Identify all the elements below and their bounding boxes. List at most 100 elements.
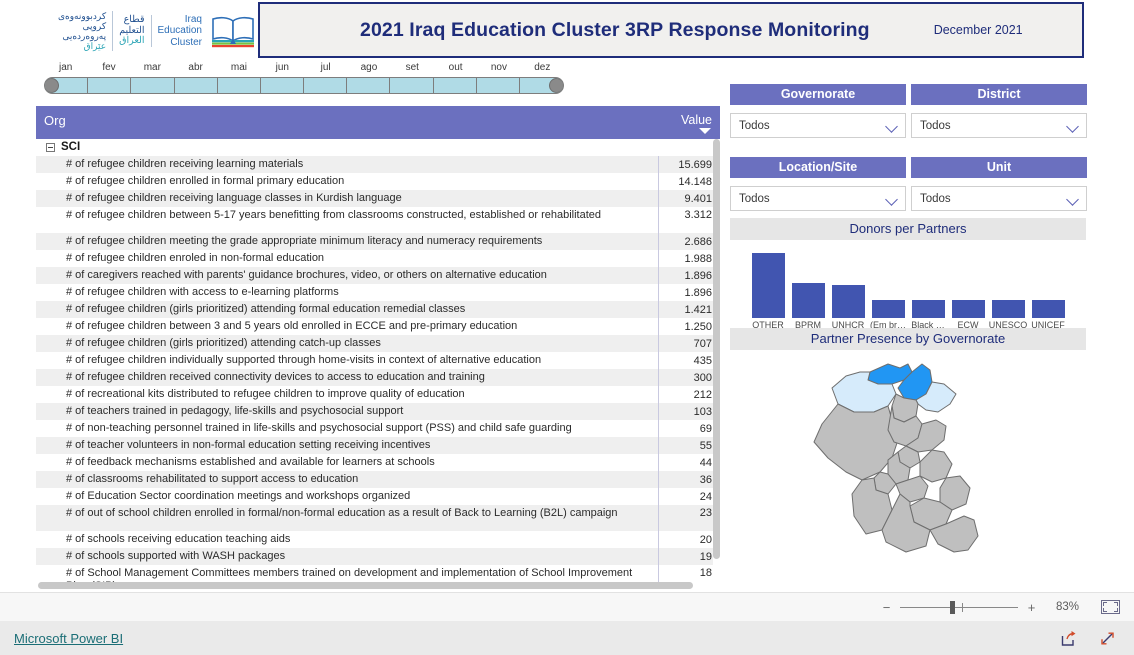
table-row[interactable]: # of refugee children receiving language… [36, 190, 720, 207]
bar-bprm[interactable] [791, 283, 825, 318]
bar-unhcr[interactable] [831, 285, 865, 318]
logo-english-line3: Cluster [170, 36, 202, 48]
table-row[interactable]: # of out of school children enrolled in … [36, 505, 720, 531]
filter-unit-value: Todos [920, 192, 951, 205]
month-segment-nov[interactable] [477, 78, 520, 93]
table-row[interactable]: # of refugee children (girls prioritized… [36, 335, 720, 352]
month-segment-abr[interactable] [175, 78, 218, 93]
zoom-slider-thumb[interactable] [950, 600, 955, 614]
table-row[interactable]: # of refugee children between 3 and 5 ye… [36, 318, 720, 335]
table-row[interactable]: # of teachers trained in pedagogy, life-… [36, 403, 720, 420]
indicator-value: 44 [658, 454, 720, 471]
report-date: December 2021 [933, 23, 1023, 37]
month-segment-mar[interactable] [131, 78, 175, 93]
bar-unesco[interactable] [991, 300, 1025, 318]
microsoft-power-bi-link[interactable]: Microsoft Power BI [14, 631, 123, 646]
month-label-out: out [448, 62, 463, 73]
month-segment-out[interactable] [434, 78, 477, 93]
indicator-value: 300 [658, 369, 720, 386]
table-row[interactable]: # of teacher volunteers in non-formal ed… [36, 437, 720, 454]
column-header-value[interactable]: Value [658, 106, 720, 134]
zoom-in-button[interactable]: + [1026, 600, 1037, 615]
indicator-label: # of Education Sector coordination meeti… [66, 489, 411, 502]
indicator-label: # of refugee children individually suppo… [66, 353, 542, 366]
indicator-label: # of refugee children between 5-17 years… [66, 209, 602, 221]
donors-per-partners-chart: Donors per Partners OTHER BPRM UNHCR (Em br… [730, 218, 1086, 330]
month-range-slicer[interactable]: jan fev mar abr mai jun jul ago set out nov dez [44, 62, 564, 94]
indicator-value: 9.401 [658, 190, 720, 207]
filter-unit-dropdown[interactable]: Todos [911, 186, 1087, 211]
zoom-out-button[interactable]: − [881, 600, 892, 615]
bar-embr[interactable] [871, 300, 905, 318]
report-bottom-toolbar: − + 83% [0, 592, 1134, 621]
share-icon[interactable] [1060, 630, 1077, 647]
indicator-value: 103 [658, 403, 720, 420]
table-row[interactable]: # of refugee children individually suppo… [36, 352, 720, 369]
filter-location-site-value: Todos [739, 192, 770, 205]
zoom-control[interactable]: − + 83% [881, 600, 1120, 615]
table-row[interactable]: # of feedback mechanisms established and… [36, 454, 720, 471]
table-row[interactable]: # of refugee children enrolled in formal… [36, 173, 720, 190]
fullscreen-icon[interactable] [1099, 630, 1116, 647]
filter-district-dropdown[interactable]: Todos [911, 113, 1087, 138]
table-row[interactable]: # of caregivers reached with parents' gu… [36, 267, 720, 284]
indicator-label: # of feedback mechanisms established and… [66, 455, 435, 468]
table-vertical-scrollbar[interactable] [713, 139, 720, 586]
logo-kurdish-line1: كردبوونەوەی [57, 10, 107, 21]
table-row[interactable]: # of refugee children with access to e-l… [36, 284, 720, 301]
indicator-value: 435 [658, 352, 720, 369]
table-group-row[interactable]: SCI [36, 139, 720, 156]
month-segment-set[interactable] [390, 78, 434, 93]
bar-ecw[interactable] [951, 300, 985, 318]
table-horizontal-scrollbar[interactable] [38, 582, 698, 589]
bar-black[interactable] [911, 300, 945, 318]
table-row[interactable]: # of refugee children receiving learning… [36, 156, 720, 173]
month-segment-jun[interactable] [261, 78, 305, 93]
slider-handle-left[interactable] [45, 78, 59, 93]
month-segment-jul[interactable] [304, 78, 348, 93]
scrollbar-thumb-horizontal[interactable] [38, 582, 693, 589]
indicator-value: 19 [658, 548, 720, 565]
filter-location-site-dropdown[interactable]: Todos [730, 186, 906, 211]
table-row[interactable]: # of schools supported with WASH package… [36, 548, 720, 565]
table-row[interactable]: # of non-teaching personnel trained in l… [36, 420, 720, 437]
month-segment-ago[interactable] [347, 78, 391, 93]
indicator-value: 14.148 [658, 173, 720, 190]
month-label-set: set [405, 62, 419, 73]
table-row[interactable]: # of refugee children meeting the grade … [36, 233, 720, 250]
bar-rect [911, 300, 945, 318]
collapse-group-icon[interactable] [46, 142, 55, 152]
indicator-label: # of refugee children enroled in non-for… [66, 251, 325, 264]
indicator-value: 69 [658, 420, 720, 437]
bar-other[interactable] [751, 253, 785, 318]
indicator-label: # of out of school children enrolled in … [66, 507, 618, 519]
column-header-org[interactable]: Org [36, 106, 658, 128]
logo-arabic-text: قطاع التعليم العراق [113, 14, 152, 47]
iraq-map[interactable] [730, 350, 1086, 572]
month-segment-fev[interactable] [88, 78, 132, 93]
indicator-value: 707 [658, 335, 720, 352]
scrollbar-thumb-vertical[interactable] [713, 139, 720, 559]
month-slider-track[interactable] [44, 77, 564, 94]
indicators-table: Org Value SCI # of refugee children rece… [36, 106, 720, 591]
indicator-value: 1.896 [658, 284, 720, 301]
month-label-abr: abr [188, 62, 203, 73]
table-row[interactable]: # of refugee children (girls prioritized… [36, 301, 720, 318]
partner-presence-map: Partner Presence by Governorate [730, 328, 1086, 576]
zoom-slider[interactable] [900, 600, 1018, 614]
table-row[interactable]: # of schools receiving education teachin… [36, 531, 720, 548]
table-row[interactable]: # of Education Sector coordination meeti… [36, 488, 720, 505]
table-row[interactable]: # of classrooms rehabilitated to support… [36, 471, 720, 488]
table-row[interactable]: # of recreational kits distributed to re… [36, 386, 720, 403]
footer-icon-group [1060, 630, 1116, 647]
table-row[interactable]: # of refugee children received connectiv… [36, 369, 720, 386]
logo-arabic-line3: العراق [119, 35, 145, 47]
fit-to-page-icon[interactable] [1101, 600, 1120, 614]
slider-handle-right[interactable] [549, 78, 563, 93]
filter-governorate-dropdown[interactable]: Todos [730, 113, 906, 138]
month-segment-mai[interactable] [218, 78, 261, 93]
bar-unicef[interactable] [1031, 300, 1065, 318]
table-row[interactable]: # of refugee children enroled in non-for… [36, 250, 720, 267]
table-row[interactable]: # of refugee children between 5-17 years… [36, 207, 720, 233]
donors-chart-title: Donors per Partners [730, 218, 1086, 240]
